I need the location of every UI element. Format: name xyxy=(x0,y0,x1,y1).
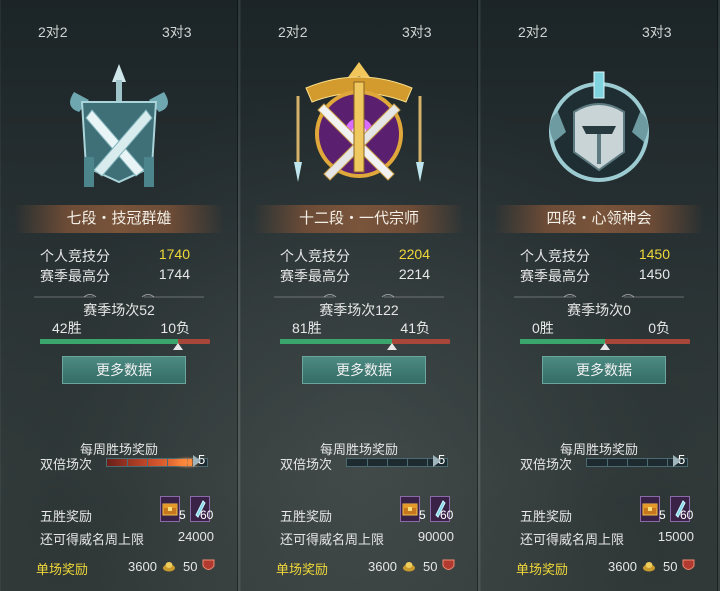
double-matches-count: 5 xyxy=(438,452,446,467)
five-win-reward-label: 五胜奖励 xyxy=(40,509,93,524)
bar-tick xyxy=(427,459,428,466)
single-match-reward-label: 单场奖励 xyxy=(276,562,329,577)
weekly-cap-label: 还可得威名周上限 xyxy=(520,532,625,547)
honor-shield-icon xyxy=(442,559,455,570)
bar-tick xyxy=(627,459,628,466)
bar-tick xyxy=(147,459,148,466)
weekly-cap-label: 还可得威名周上限 xyxy=(280,532,385,547)
win-fill xyxy=(40,339,178,344)
rank-title: 十二段・一代宗师 xyxy=(254,205,464,233)
single-honor-value: 50 xyxy=(663,559,678,574)
more-data-button[interactable]: 更多数据 xyxy=(302,356,426,384)
rank-emblem-icon xyxy=(524,52,674,202)
scroll-count: 60 xyxy=(440,508,454,522)
bar-tick xyxy=(647,459,648,466)
bar-tick xyxy=(387,459,388,466)
bar-tick xyxy=(407,459,408,466)
scroll-count: 60 xyxy=(200,508,214,522)
season-matches: 赛季场次122 xyxy=(319,302,399,318)
personal-score-value: 1450 xyxy=(638,246,670,262)
single-match-reward-label: 单场奖励 xyxy=(36,562,89,577)
wins-count: 42胜 xyxy=(52,320,82,336)
ratio-marker-icon xyxy=(600,343,610,350)
double-matches-label: 双倍场次 xyxy=(280,457,333,472)
mode-tab-3v3[interactable]: 3对3 xyxy=(162,22,192,42)
weekly-cap-label: 还可得威名周上限 xyxy=(40,532,145,547)
five-win-reward-label: 五胜奖励 xyxy=(520,509,573,524)
ratio-marker-icon xyxy=(387,343,398,350)
ratio-marker-icon xyxy=(172,343,183,350)
rank-title: 七段・技冠群雄 xyxy=(14,205,224,233)
bar-tick xyxy=(167,459,168,466)
personal-score-label: 个人竞技分 xyxy=(40,248,110,264)
mode-tab-3v3[interactable]: 3对3 xyxy=(642,22,672,42)
rank-panel-2: 2对2 3对3 十二段・一代宗师 个人竞技分 2204 赛季最高分 2214 赛… xyxy=(240,0,478,591)
mode-tab-3v3[interactable]: 3对3 xyxy=(402,22,432,42)
personal-score-value: 2204 xyxy=(398,246,430,262)
single-honor-value: 50 xyxy=(423,559,438,574)
single-honor-value: 50 xyxy=(183,559,198,574)
win-loss-bar xyxy=(40,339,210,350)
season-best-value: 2214 xyxy=(398,266,430,282)
personal-score-label: 个人竞技分 xyxy=(280,248,350,264)
wins-count: 0胜 xyxy=(532,320,554,336)
wins-count: 81胜 xyxy=(292,320,322,336)
bar-tick xyxy=(607,459,608,466)
gold-ingot-icon xyxy=(643,562,655,572)
chest-count: 5 xyxy=(419,508,426,522)
treasure-chest-icon[interactable] xyxy=(640,496,660,522)
losses-count: 41负 xyxy=(400,320,430,336)
rank-panel-3: 2对2 3对3 四段・心领神会 个人竞技分 1450 赛季最高分 1450 赛季… xyxy=(480,0,718,591)
season-best-label: 赛季最高分 xyxy=(520,268,590,284)
weekly-cap-value: 90000 xyxy=(417,529,454,544)
bar-tick xyxy=(127,459,128,466)
more-data-button[interactable]: 更多数据 xyxy=(542,356,666,384)
single-gold-value: 3600 xyxy=(608,559,637,574)
losses-count: 0负 xyxy=(648,320,670,336)
season-matches: 赛季场次52 xyxy=(83,302,155,318)
mode-tab-2v2[interactable]: 2对2 xyxy=(278,22,308,42)
chest-count: 5 xyxy=(659,508,666,522)
rank-panel-1: 2对2 3对3 七段・技冠群雄 个人竞技分 1740 赛季最高分 1744 赛季… xyxy=(0,0,238,591)
season-best-label: 赛季最高分 xyxy=(280,268,350,284)
double-matches-count: 5 xyxy=(678,452,686,467)
mode-tab-2v2[interactable]: 2对2 xyxy=(518,22,548,42)
win-fill xyxy=(280,339,393,344)
weekly-cap-value: 15000 xyxy=(657,529,694,544)
gold-ingot-icon xyxy=(403,562,415,572)
personal-score-value: 1740 xyxy=(158,246,190,262)
rank-title: 四段・心领神会 xyxy=(494,205,704,233)
chest-count: 5 xyxy=(179,508,186,522)
season-best-value: 1450 xyxy=(638,266,670,282)
season-best-value: 1744 xyxy=(158,266,190,282)
win-fill xyxy=(520,339,605,344)
honor-shield-icon xyxy=(202,559,215,570)
double-matches-count: 5 xyxy=(198,452,206,467)
treasure-chest-icon[interactable] xyxy=(400,496,420,522)
bar-tick xyxy=(367,459,368,466)
personal-score-label: 个人竞技分 xyxy=(520,248,590,264)
rank-emblem-icon xyxy=(284,52,434,202)
more-data-button[interactable]: 更多数据 xyxy=(62,356,186,384)
win-loss-bar xyxy=(280,339,450,350)
season-matches: 赛季场次0 xyxy=(567,302,631,318)
scroll-count: 60 xyxy=(680,508,694,522)
rank-emblem-icon xyxy=(44,52,194,202)
gold-ingot-icon xyxy=(163,562,175,572)
losses-count: 10负 xyxy=(160,320,190,336)
honor-shield-icon xyxy=(682,559,695,570)
season-best-label: 赛季最高分 xyxy=(40,268,110,284)
double-matches-label: 双倍场次 xyxy=(520,457,573,472)
weekly-cap-value: 24000 xyxy=(177,529,214,544)
treasure-chest-icon[interactable] xyxy=(160,496,180,522)
five-win-reward-label: 五胜奖励 xyxy=(280,509,333,524)
single-match-reward-label: 单场奖励 xyxy=(516,562,569,577)
single-gold-value: 3600 xyxy=(368,559,397,574)
single-gold-value: 3600 xyxy=(128,559,157,574)
double-matches-label: 双倍场次 xyxy=(40,457,93,472)
win-loss-bar xyxy=(520,339,690,350)
mode-tab-2v2[interactable]: 2对2 xyxy=(38,22,68,42)
bar-tick xyxy=(667,459,668,466)
